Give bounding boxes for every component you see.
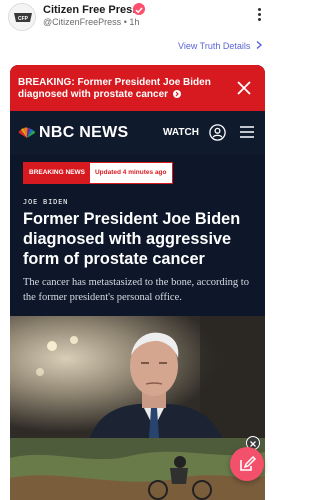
- author-avatar[interactable]: CFP: [8, 3, 36, 31]
- author-meta: @CitizenFreePress • 1h: [43, 17, 139, 27]
- verified-badge-icon: [133, 3, 145, 15]
- author-name[interactable]: Citizen Free Press: [43, 4, 138, 16]
- author-handle[interactable]: @CitizenFreePress: [43, 17, 121, 27]
- svg-text:CFP: CFP: [18, 16, 29, 22]
- article-dek: The cancer has metastasized to the bone,…: [23, 277, 249, 303]
- watch-link[interactable]: WATCH: [163, 127, 199, 138]
- nbc-peacock-logo-icon[interactable]: [18, 127, 36, 139]
- hamburger-menu-icon[interactable]: [240, 126, 254, 138]
- breaking-tag-row: BREAKING NEWS Updated 4 minutes ago: [23, 162, 173, 184]
- article-headline[interactable]: Former President Joe Biden diagnosed wit…: [23, 209, 259, 269]
- post-time: 1h: [129, 17, 140, 27]
- article-photo[interactable]: [10, 316, 265, 438]
- breaking-text: BREAKING: Former President Joe Biden dia…: [18, 77, 233, 101]
- compose-button[interactable]: [230, 447, 264, 481]
- account-icon[interactable]: [209, 124, 226, 141]
- nbc-news-logo[interactable]: NBC NEWS: [39, 124, 129, 142]
- chevron-right-icon: [256, 40, 263, 50]
- breaking-news-tag: BREAKING NEWS: [24, 163, 90, 183]
- embedded-article-card[interactable]: BREAKING: Former President Joe Biden dia…: [10, 65, 265, 500]
- more-options-icon[interactable]: [252, 6, 266, 28]
- updated-time-tag: Updated 4 minutes ago: [89, 163, 172, 183]
- article-kicker[interactable]: JOE BIDEN: [23, 198, 68, 206]
- post-header: CFP Citizen Free Press @CitizenFreePress…: [0, 0, 275, 34]
- breaking-banner[interactable]: BREAKING: Former President Joe Biden dia…: [10, 65, 265, 111]
- article-preview[interactable]: BREAKING NEWS Updated 4 minutes ago JOE …: [10, 155, 265, 500]
- chevron-right-circle-icon: [172, 90, 181, 98]
- compose-icon: [240, 455, 257, 471]
- view-truth-details-link[interactable]: View Truth Details: [178, 41, 250, 51]
- breaking-text-label: BREAKING: Former President Joe Biden dia…: [18, 77, 211, 100]
- ad-banner-image[interactable]: [10, 438, 265, 500]
- close-icon[interactable]: [236, 80, 252, 96]
- nbc-nav-bar: NBC NEWS WATCH: [10, 111, 265, 155]
